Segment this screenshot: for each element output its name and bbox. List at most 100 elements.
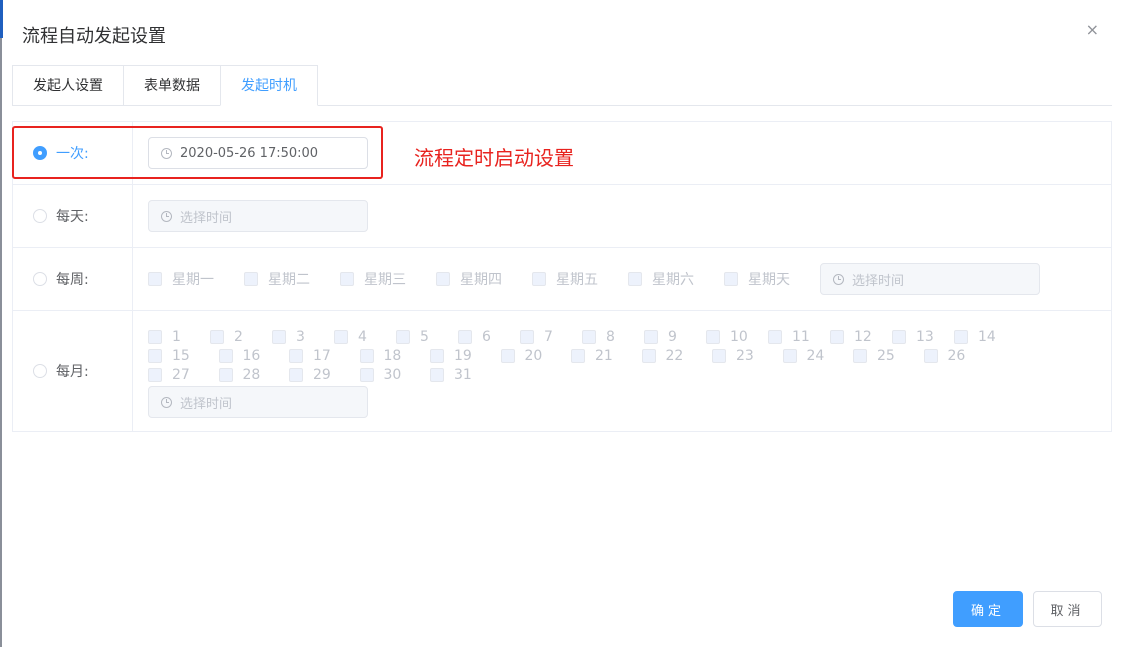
- weekday-checkbox-thu[interactable]: 星期四: [436, 269, 502, 289]
- checkbox-box[interactable]: [500, 348, 515, 363]
- month-day-checkbox-5[interactable]: 5: [396, 327, 458, 346]
- weekly-radio[interactable]: [33, 272, 47, 286]
- month-day-checkbox-14[interactable]: 14: [954, 327, 1016, 346]
- month-day-checkbox-1[interactable]: 1: [148, 327, 210, 346]
- month-day-checkbox-9[interactable]: 9: [644, 327, 706, 346]
- month-day-checkbox-30[interactable]: 30: [359, 365, 431, 384]
- month-day-checkbox-16[interactable]: 16: [218, 346, 290, 365]
- month-day-checkbox-20[interactable]: 20: [500, 346, 572, 365]
- checkbox-box[interactable]: [396, 329, 410, 344]
- month-day-checkbox-27[interactable]: 27: [148, 365, 219, 384]
- checkbox-box[interactable]: [768, 329, 782, 344]
- checkbox-box[interactable]: [706, 329, 720, 344]
- checkbox-box[interactable]: [712, 348, 726, 363]
- checkbox-box[interactable]: [148, 367, 162, 382]
- monthly-time-picker[interactable]: 选择时间: [148, 386, 368, 418]
- month-day-checkbox-26[interactable]: 26: [923, 346, 995, 365]
- tab-initiator-settings[interactable]: 发起人设置: [12, 65, 124, 106]
- checkbox-box[interactable]: [830, 329, 844, 344]
- row-weekly: 每周: 星期一 星期二 星期三 星期四 星期五 星期六 星期天 选择时间: [13, 248, 1111, 311]
- month-day-checkbox-21[interactable]: 21: [571, 346, 642, 365]
- checkbox-box[interactable]: [430, 367, 444, 382]
- checkbox-box[interactable]: [628, 272, 642, 286]
- month-day-checkbox-6[interactable]: 6: [458, 327, 520, 346]
- month-day-checkbox-17[interactable]: 17: [289, 346, 360, 365]
- checkbox-box[interactable]: [436, 272, 450, 286]
- weekday-label: 星期天: [748, 272, 790, 288]
- month-day-checkbox-15[interactable]: 15: [148, 346, 219, 365]
- weekly-time-placeholder: 选择时间: [852, 273, 905, 289]
- checkbox-box[interactable]: [458, 329, 472, 344]
- auto-start-settings-dialog: 流程自动发起设置 × 发起人设置 表单数据 发起时机 一次: 2020-05-2…: [0, 0, 1121, 647]
- cancel-button[interactable]: 取消: [1033, 591, 1102, 627]
- checkbox-box[interactable]: [244, 272, 258, 286]
- daily-time-picker[interactable]: 选择时间: [148, 200, 368, 232]
- month-day-checkbox-24[interactable]: 24: [782, 346, 854, 365]
- tab-form-data[interactable]: 表单数据: [123, 65, 221, 106]
- weekday-checkbox-tue[interactable]: 星期二: [244, 269, 310, 289]
- confirm-button[interactable]: 确定: [953, 591, 1023, 627]
- close-icon[interactable]: ×: [1086, 22, 1099, 38]
- month-day-checkbox-31[interactable]: 31: [430, 365, 501, 384]
- checkbox-box[interactable]: [954, 329, 968, 344]
- checkbox-box[interactable]: [520, 329, 534, 344]
- checkbox-box[interactable]: [272, 329, 286, 344]
- month-day-checkbox-12[interactable]: 12: [830, 327, 892, 346]
- weekday-checkbox-mon[interactable]: 星期一: [148, 269, 214, 289]
- checkbox-box[interactable]: [782, 348, 797, 363]
- weekday-checkbox-wed[interactable]: 星期三: [340, 269, 406, 289]
- checkbox-box[interactable]: [359, 348, 374, 363]
- month-day-checkbox-23[interactable]: 23: [712, 346, 783, 365]
- month-day-checkbox-2[interactable]: 2: [210, 327, 272, 346]
- once-datetime-picker[interactable]: 2020-05-26 17:50:00: [148, 137, 368, 169]
- weekday-checkbox-sun[interactable]: 星期天: [724, 269, 790, 289]
- weekly-option[interactable]: 每周:: [13, 248, 133, 310]
- month-day-checkbox-10[interactable]: 10: [706, 327, 768, 346]
- checkbox-box[interactable]: [334, 329, 348, 344]
- daily-option[interactable]: 每天:: [13, 185, 133, 247]
- month-day-checkbox-3[interactable]: 3: [272, 327, 334, 346]
- checkbox-box[interactable]: [289, 348, 303, 363]
- weekly-time-picker[interactable]: 选择时间: [820, 263, 1040, 295]
- checkbox-box[interactable]: [289, 367, 303, 382]
- checkbox-box[interactable]: [218, 348, 233, 363]
- checkbox-box[interactable]: [148, 329, 162, 344]
- checkbox-box[interactable]: [582, 329, 596, 344]
- checkbox-box[interactable]: [340, 272, 354, 286]
- checkbox-box[interactable]: [218, 367, 233, 382]
- month-day-checkbox-8[interactable]: 8: [582, 327, 644, 346]
- month-day-checkbox-11[interactable]: 11: [768, 327, 830, 346]
- checkbox-box[interactable]: [923, 348, 938, 363]
- daily-radio[interactable]: [33, 209, 47, 223]
- month-day-checkbox-28[interactable]: 28: [218, 365, 290, 384]
- checkbox-box[interactable]: [148, 272, 162, 286]
- checkbox-box[interactable]: [148, 348, 162, 363]
- weekday-label: 星期六: [652, 272, 694, 288]
- checkbox-box[interactable]: [892, 329, 906, 344]
- month-day-checkbox-19[interactable]: 19: [430, 346, 501, 365]
- once-option[interactable]: 一次:: [13, 122, 133, 184]
- monthly-option[interactable]: 每月:: [13, 311, 133, 431]
- checkbox-box[interactable]: [853, 348, 867, 363]
- checkbox-box[interactable]: [641, 348, 656, 363]
- month-day-label: 4: [358, 328, 367, 345]
- once-radio[interactable]: [33, 146, 47, 160]
- month-day-checkbox-13[interactable]: 13: [892, 327, 954, 346]
- checkbox-box[interactable]: [571, 348, 585, 363]
- month-day-checkbox-22[interactable]: 22: [641, 346, 713, 365]
- tab-start-timing[interactable]: 发起时机: [220, 65, 318, 106]
- checkbox-box[interactable]: [359, 367, 374, 382]
- checkbox-box[interactable]: [724, 272, 738, 286]
- month-day-checkbox-4[interactable]: 4: [334, 327, 396, 346]
- month-day-checkbox-29[interactable]: 29: [289, 365, 360, 384]
- month-day-checkbox-25[interactable]: 25: [853, 346, 924, 365]
- weekday-checkbox-sat[interactable]: 星期六: [628, 269, 694, 289]
- month-day-checkbox-7[interactable]: 7: [520, 327, 582, 346]
- month-day-checkbox-18[interactable]: 18: [359, 346, 431, 365]
- weekday-checkbox-fri[interactable]: 星期五: [532, 269, 598, 289]
- checkbox-box[interactable]: [430, 348, 444, 363]
- checkbox-box[interactable]: [210, 329, 224, 344]
- checkbox-box[interactable]: [532, 272, 546, 286]
- monthly-radio[interactable]: [33, 364, 47, 378]
- checkbox-box[interactable]: [644, 329, 658, 344]
